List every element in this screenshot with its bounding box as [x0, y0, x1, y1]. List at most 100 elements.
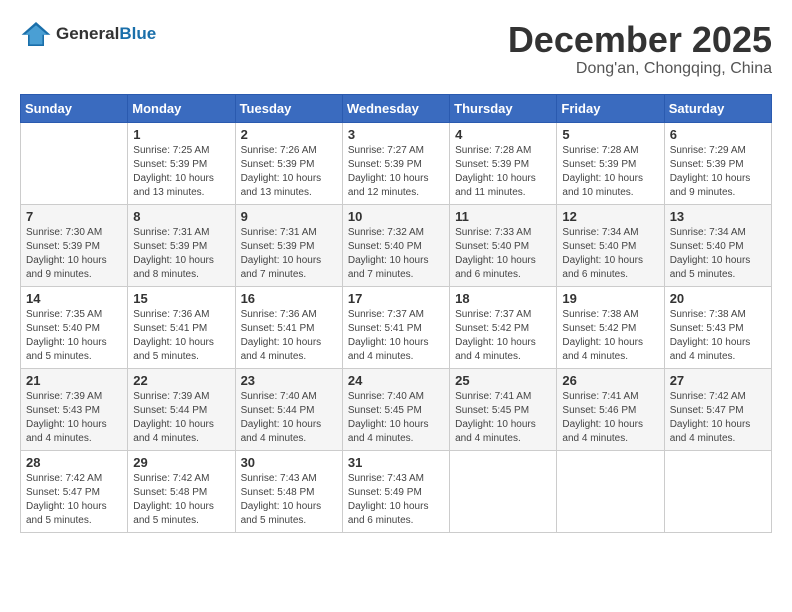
- calendar-cell: 13Sunrise: 7:34 AM Sunset: 5:40 PM Dayli…: [664, 204, 771, 286]
- day-info: Sunrise: 7:39 AM Sunset: 5:44 PM Dayligh…: [133, 390, 229, 446]
- calendar-cell: [557, 450, 664, 532]
- logo: GeneralBlue: [20, 20, 156, 48]
- day-number: 27: [670, 373, 766, 388]
- day-number: 8: [133, 209, 229, 224]
- calendar-cell: 1 Sunrise: 7:25 AM Sunset: 5:39 PM Daylig…: [128, 122, 235, 204]
- calendar-cell: 27 Sunrise: 7:42 AM Sunset: 5:47 PM Dayli…: [664, 368, 771, 450]
- calendar-cell: 18Sunrise: 7:37 AM Sunset: 5:42 PM Dayli…: [450, 286, 557, 368]
- day-number: 21: [26, 373, 122, 388]
- calendar-cell: [450, 450, 557, 532]
- calendar-cell: 7 Sunrise: 7:30 AM Sunset: 5:39 PM Daylig…: [21, 204, 128, 286]
- calendar-cell: 17 Sunrise: 7:37 AM Sunset: 5:41 PM Dayli…: [342, 286, 449, 368]
- calendar-cell: 31 Sunrise: 7:43 AM Sunset: 5:49 PM Dayli…: [342, 450, 449, 532]
- weekday-header-sunday: Sunday: [21, 94, 128, 122]
- calendar-week-row: 28 Sunrise: 7:42 AM Sunset: 5:47 PM Dayli…: [21, 450, 772, 532]
- day-number: 15: [133, 291, 229, 306]
- day-info: Sunrise: 7:27 AM Sunset: 5:39 PM Dayligh…: [348, 144, 444, 200]
- weekday-header-row: SundayMondayTuesdayWednesdayThursdayFrid…: [21, 94, 772, 122]
- weekday-header-tuesday: Tuesday: [235, 94, 342, 122]
- day-info: Sunrise: 7:33 AM Sunset: 5:40 PM Dayligh…: [455, 226, 551, 282]
- day-number: 20: [670, 291, 766, 306]
- day-number: 2: [241, 127, 337, 142]
- calendar-cell: 26 Sunrise: 7:41 AM Sunset: 5:46 PM Dayli…: [557, 368, 664, 450]
- day-number: 29: [133, 455, 229, 470]
- day-info: Sunrise: 7:26 AM Sunset: 5:39 PM Dayligh…: [241, 144, 337, 200]
- day-info: Sunrise: 7:40 AM Sunset: 5:44 PM Dayligh…: [241, 390, 337, 446]
- day-info: Sunrise: 7:36 AM Sunset: 5:41 PM Dayligh…: [133, 308, 229, 364]
- day-info: Sunrise: 7:43 AM Sunset: 5:48 PM Dayligh…: [241, 472, 337, 528]
- calendar-cell: 2 Sunrise: 7:26 AM Sunset: 5:39 PM Daylig…: [235, 122, 342, 204]
- calendar-week-row: 21Sunrise: 7:39 AM Sunset: 5:43 PM Dayli…: [21, 368, 772, 450]
- day-info: Sunrise: 7:35 AM Sunset: 5:40 PM Dayligh…: [26, 308, 122, 364]
- calendar-cell: [21, 122, 128, 204]
- day-number: 24: [348, 373, 444, 388]
- day-number: 25: [455, 373, 551, 388]
- title-section: December 2025 Dong'an, Chongqing, China: [508, 20, 772, 78]
- day-info: Sunrise: 7:38 AM Sunset: 5:42 PM Dayligh…: [562, 308, 658, 364]
- calendar-cell: 24 Sunrise: 7:40 AM Sunset: 5:45 PM Dayli…: [342, 368, 449, 450]
- day-number: 26: [562, 373, 658, 388]
- day-number: 6: [670, 127, 766, 142]
- day-info: Sunrise: 7:41 AM Sunset: 5:45 PM Dayligh…: [455, 390, 551, 446]
- calendar-cell: 30 Sunrise: 7:43 AM Sunset: 5:48 PM Dayli…: [235, 450, 342, 532]
- day-number: 31: [348, 455, 444, 470]
- calendar-week-row: 14 Sunrise: 7:35 AM Sunset: 5:40 PM Dayli…: [21, 286, 772, 368]
- calendar-cell: 11Sunrise: 7:33 AM Sunset: 5:40 PM Dayli…: [450, 204, 557, 286]
- day-number: 19: [562, 291, 658, 306]
- calendar-cell: 25 Sunrise: 7:41 AM Sunset: 5:45 PM Dayli…: [450, 368, 557, 450]
- calendar-cell: 12 Sunrise: 7:34 AM Sunset: 5:40 PM Dayli…: [557, 204, 664, 286]
- calendar-week-row: 7 Sunrise: 7:30 AM Sunset: 5:39 PM Daylig…: [21, 204, 772, 286]
- location-title: Dong'an, Chongqing, China: [508, 60, 772, 78]
- weekday-header-saturday: Saturday: [664, 94, 771, 122]
- calendar-cell: 21Sunrise: 7:39 AM Sunset: 5:43 PM Dayli…: [21, 368, 128, 450]
- day-number: 14: [26, 291, 122, 306]
- day-info: Sunrise: 7:41 AM Sunset: 5:46 PM Dayligh…: [562, 390, 658, 446]
- calendar-cell: 14 Sunrise: 7:35 AM Sunset: 5:40 PM Dayli…: [21, 286, 128, 368]
- calendar-cell: 8 Sunrise: 7:31 AM Sunset: 5:39 PM Daylig…: [128, 204, 235, 286]
- day-number: 5: [562, 127, 658, 142]
- calendar-cell: 29Sunrise: 7:42 AM Sunset: 5:48 PM Dayli…: [128, 450, 235, 532]
- day-number: 12: [562, 209, 658, 224]
- day-number: 1: [133, 127, 229, 142]
- calendar-cell: 28 Sunrise: 7:42 AM Sunset: 5:47 PM Dayli…: [21, 450, 128, 532]
- calendar-cell: 3Sunrise: 7:27 AM Sunset: 5:39 PM Daylig…: [342, 122, 449, 204]
- day-info: Sunrise: 7:25 AM Sunset: 5:39 PM Dayligh…: [133, 144, 229, 200]
- calendar-cell: 9 Sunrise: 7:31 AM Sunset: 5:39 PM Daylig…: [235, 204, 342, 286]
- day-info: Sunrise: 7:42 AM Sunset: 5:47 PM Dayligh…: [670, 390, 766, 446]
- day-info: Sunrise: 7:30 AM Sunset: 5:39 PM Dayligh…: [26, 226, 122, 282]
- calendar-cell: 16Sunrise: 7:36 AM Sunset: 5:41 PM Dayli…: [235, 286, 342, 368]
- day-number: 9: [241, 209, 337, 224]
- day-info: Sunrise: 7:38 AM Sunset: 5:43 PM Dayligh…: [670, 308, 766, 364]
- month-title: December 2025: [508, 20, 772, 60]
- day-info: Sunrise: 7:32 AM Sunset: 5:40 PM Dayligh…: [348, 226, 444, 282]
- day-number: 30: [241, 455, 337, 470]
- day-info: Sunrise: 7:43 AM Sunset: 5:49 PM Dayligh…: [348, 472, 444, 528]
- calendar-cell: 4Sunrise: 7:28 AM Sunset: 5:39 PM Daylig…: [450, 122, 557, 204]
- calendar-table: SundayMondayTuesdayWednesdayThursdayFrid…: [20, 94, 772, 533]
- day-info: Sunrise: 7:37 AM Sunset: 5:42 PM Dayligh…: [455, 308, 551, 364]
- day-info: Sunrise: 7:37 AM Sunset: 5:41 PM Dayligh…: [348, 308, 444, 364]
- weekday-header-wednesday: Wednesday: [342, 94, 449, 122]
- day-info: Sunrise: 7:34 AM Sunset: 5:40 PM Dayligh…: [562, 226, 658, 282]
- logo-blue: Blue: [119, 24, 156, 44]
- page-header: GeneralBlue December 2025 Dong'an, Chong…: [20, 20, 772, 78]
- day-number: 7: [26, 209, 122, 224]
- day-number: 4: [455, 127, 551, 142]
- day-info: Sunrise: 7:29 AM Sunset: 5:39 PM Dayligh…: [670, 144, 766, 200]
- calendar-cell: 22Sunrise: 7:39 AM Sunset: 5:44 PM Dayli…: [128, 368, 235, 450]
- day-number: 23: [241, 373, 337, 388]
- calendar-cell: [664, 450, 771, 532]
- day-number: 13: [670, 209, 766, 224]
- day-info: Sunrise: 7:42 AM Sunset: 5:47 PM Dayligh…: [26, 472, 122, 528]
- day-info: Sunrise: 7:40 AM Sunset: 5:45 PM Dayligh…: [348, 390, 444, 446]
- day-number: 10: [348, 209, 444, 224]
- day-number: 16: [241, 291, 337, 306]
- day-info: Sunrise: 7:31 AM Sunset: 5:39 PM Dayligh…: [241, 226, 337, 282]
- day-info: Sunrise: 7:31 AM Sunset: 5:39 PM Dayligh…: [133, 226, 229, 282]
- calendar-cell: 19 Sunrise: 7:38 AM Sunset: 5:42 PM Dayli…: [557, 286, 664, 368]
- day-number: 28: [26, 455, 122, 470]
- day-info: Sunrise: 7:28 AM Sunset: 5:39 PM Dayligh…: [562, 144, 658, 200]
- calendar-cell: 6 Sunrise: 7:29 AM Sunset: 5:39 PM Daylig…: [664, 122, 771, 204]
- day-number: 17: [348, 291, 444, 306]
- calendar-cell: 23 Sunrise: 7:40 AM Sunset: 5:44 PM Dayli…: [235, 368, 342, 450]
